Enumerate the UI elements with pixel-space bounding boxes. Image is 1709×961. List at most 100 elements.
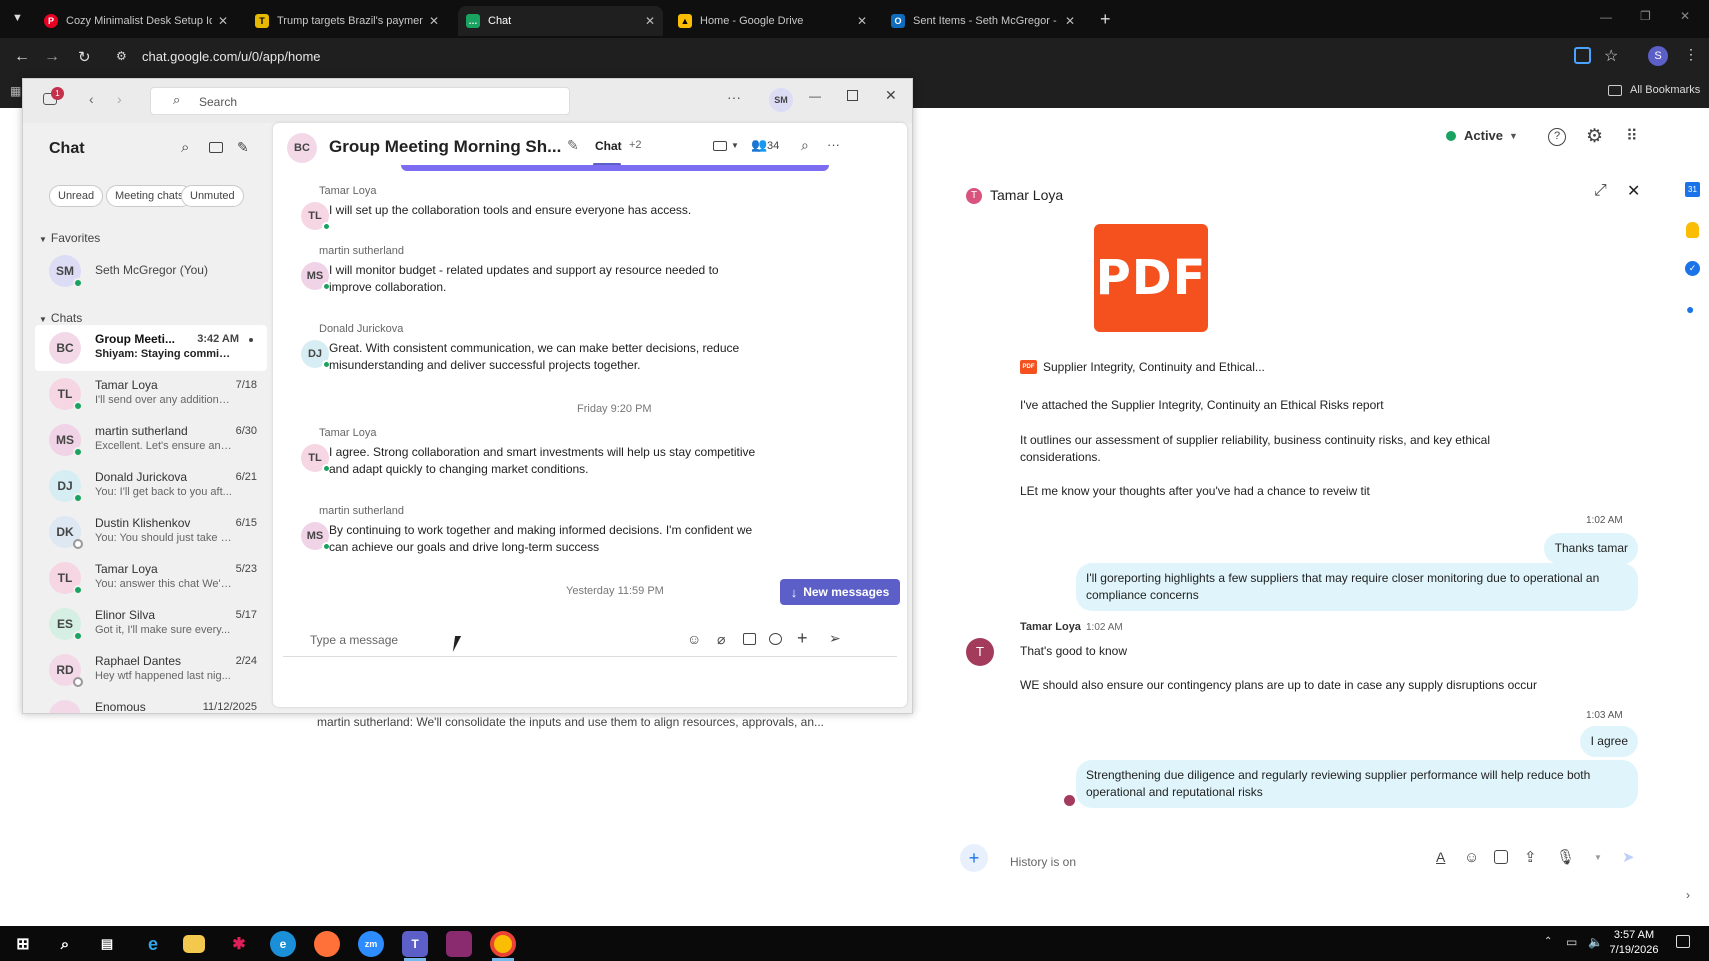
search-icon[interactable]: ⌕ — [52, 931, 78, 957]
compose-input[interactable]: Type a message — [310, 633, 398, 647]
gif-sticker-icon[interactable] — [1494, 850, 1508, 864]
browser-tab-1[interactable]: T Trump targets Brazil's payment ✕ — [247, 6, 447, 36]
winrar-icon[interactable] — [446, 931, 472, 957]
send-icon[interactable]: ➤ — [1622, 848, 1635, 866]
attachment-row[interactable]: PDF Supplier Integrity, Continuity and E… — [1020, 360, 1265, 374]
help-icon[interactable]: ? — [1548, 128, 1566, 146]
chats-header[interactable]: ▼ Chats — [39, 311, 82, 325]
zoom-icon[interactable]: zm — [358, 931, 384, 957]
chat-item[interactable]: Enomous 11/12/2025 — [35, 693, 267, 713]
internet-explorer-icon[interactable]: e — [140, 931, 166, 957]
chat-list-preview[interactable]: martin sutherland: We'll consolidate the… — [317, 715, 824, 729]
dm-title[interactable]: Tamar Loya — [990, 187, 1063, 203]
google-apps-icon[interactable]: ⠿ — [1626, 126, 1638, 146]
chat-item[interactable]: MS martin sutherland 6/30 Excellent. Let… — [35, 417, 267, 463]
more-tabs-link[interactable]: +2 — [629, 139, 642, 151]
image-icon[interactable] — [743, 633, 756, 645]
search-input[interactable]: Search — [199, 95, 237, 109]
emoji-icon[interactable]: ☺ — [687, 631, 701, 647]
task-view-icon[interactable]: ▤ — [94, 931, 120, 957]
contacts-icon[interactable]: ● — [1686, 301, 1699, 317]
windows-start-icon[interactable]: ⊞ — [10, 931, 36, 957]
back-arrow-icon[interactable]: ← — [14, 48, 30, 66]
close-window-icon[interactable]: ✕ — [1680, 9, 1690, 23]
edge-icon[interactable]: e — [270, 931, 296, 957]
upload-icon[interactable]: ⇪ — [1524, 848, 1537, 866]
forward-arrow-icon[interactable]: → — [44, 48, 60, 66]
clock-date[interactable]: 7/19/2026 — [1608, 944, 1660, 956]
chevron-down-icon[interactable]: ▼ — [1594, 853, 1602, 862]
meet-now-icon[interactable] — [209, 142, 223, 153]
filter-unmuted[interactable]: Unmuted — [181, 185, 244, 207]
expand-icon[interactable]: ⤢ — [1594, 182, 1607, 200]
tab-list-chevron-icon[interactable]: ▼ — [12, 12, 23, 24]
chat-item[interactable]: RD Raphael Dantes 2/24 Hey wtf happened … — [35, 647, 267, 693]
volume-icon[interactable]: 🔈 — [1588, 935, 1603, 949]
install-app-icon[interactable] — [1574, 47, 1591, 64]
chat-item-active[interactable]: BC Group Meeti... 3:42 AM Shiyam: Stayin… — [35, 325, 267, 371]
chat-item[interactable]: TL Tamar Loya 7/18 I'll send over any ad… — [35, 371, 267, 417]
all-bookmarks-link[interactable]: All Bookmarks — [1630, 84, 1700, 96]
bookmark-star-icon[interactable]: ☆ — [1604, 46, 1618, 66]
conversation-title[interactable]: Group Meeting Morning Sh... — [329, 137, 561, 157]
new-tab-button[interactable]: + — [1100, 9, 1111, 30]
calendar-icon[interactable]: 31 — [1685, 182, 1700, 197]
emoji-icon[interactable]: ☺ — [1464, 849, 1479, 866]
filter-unread[interactable]: Unread — [49, 185, 104, 207]
chat-item[interactable]: DK Dustin Klishenkov 6/15 You: You shoul… — [35, 509, 267, 555]
video-call-icon[interactable] — [713, 141, 727, 151]
teams-search-box[interactable]: ⌕ Search — [150, 87, 570, 115]
browser-tab-3[interactable]: ▲ Home - Google Drive ✕ — [670, 6, 875, 36]
restore-window-icon[interactable]: ❐ — [1640, 9, 1651, 23]
apps-grid-icon[interactable]: ▦ — [10, 84, 21, 98]
more-options-icon[interactable]: ··· — [727, 89, 741, 105]
chat-item[interactable]: DJ Donald Juricko­va 6/21 You: I'll get … — [35, 463, 267, 509]
teams-icon[interactable]: T — [402, 931, 428, 957]
firefox-icon[interactable] — [314, 931, 340, 957]
participant-count[interactable]: 34 — [767, 140, 779, 152]
tray-chevron-icon[interactable]: ⌃ — [1544, 936, 1552, 947]
send-icon[interactable]: ➢ — [829, 630, 841, 647]
browser-tab-2[interactable]: … Chat ✕ — [458, 6, 663, 36]
attach-icon[interactable]: ⌀ — [717, 631, 725, 648]
chevron-down-icon[interactable]: ▼ — [731, 141, 739, 150]
new-chat-icon[interactable]: ✎ — [237, 139, 249, 156]
close-tab-icon[interactable]: ✕ — [645, 14, 655, 28]
close-dm-icon[interactable]: ✕ — [1627, 181, 1640, 201]
search-icon[interactable]: ⌕ — [181, 139, 189, 156]
pdf-thumbnail[interactable]: PDF — [1094, 224, 1208, 332]
close-tab-icon[interactable]: ✕ — [218, 14, 228, 28]
composer-input[interactable]: History is on — [1010, 855, 1430, 869]
site-settings-icon[interactable]: ⚙ — [116, 49, 127, 63]
chrome-icon[interactable] — [490, 931, 516, 957]
browser-tab-0[interactable]: P Cozy Minimalist Desk Setup Ide ✕ — [36, 6, 236, 36]
maximize-icon[interactable] — [847, 90, 858, 101]
minimize-window-icon[interactable]: — — [1600, 10, 1612, 24]
minimize-icon[interactable]: — — [809, 89, 821, 103]
keep-icon[interactable] — [1686, 222, 1699, 238]
filter-meeting-chats[interactable]: Meeting chats — [106, 185, 193, 207]
browser-tab-4[interactable]: O Sent Items - Seth McGregor - C ✕ — [883, 6, 1083, 36]
notifications-icon[interactable] — [1676, 935, 1690, 948]
microphone-icon[interactable]: 🎙 — [1556, 848, 1575, 866]
back-arrow-icon[interactable]: ‹ — [89, 91, 94, 107]
clock-time[interactable]: 3:57 AM — [1610, 929, 1658, 941]
close-tab-icon[interactable]: ✕ — [429, 14, 439, 28]
favorite-item[interactable]: SM Seth McGregor (You) — [35, 248, 267, 294]
add-attachment-button[interactable]: + — [960, 844, 988, 872]
chat-item[interactable]: TL Tamar Loya 5/23 You: answer this chat… — [35, 555, 267, 601]
close-tab-icon[interactable]: ✕ — [1065, 14, 1075, 28]
reload-icon[interactable]: ↻ — [78, 48, 91, 66]
search-in-chat-icon[interactable]: ⌕ — [801, 137, 809, 154]
status-selector[interactable]: Active ▼ — [1446, 128, 1518, 143]
profile-avatar[interactable]: S — [1648, 46, 1668, 66]
forward-arrow-icon[interactable]: › — [117, 91, 122, 107]
bookmarks-folder-icon[interactable] — [1608, 85, 1622, 96]
more-options-icon[interactable]: ··· — [827, 137, 840, 152]
close-tab-icon[interactable]: ✕ — [857, 14, 867, 28]
edit-name-icon[interactable]: ✎ — [567, 137, 579, 154]
tab-chat[interactable]: Chat — [595, 139, 622, 153]
browser-menu-icon[interactable]: ⋮ — [1684, 46, 1698, 63]
participants-icon[interactable]: 👥 — [751, 137, 767, 153]
url-field[interactable]: chat.google.com/u/0/app/home — [142, 49, 321, 64]
